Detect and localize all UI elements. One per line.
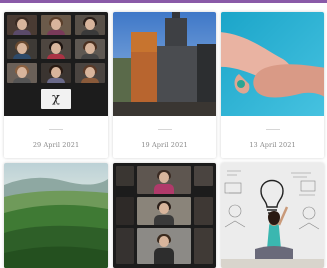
news-card-2[interactable]: 19 April 2021 xyxy=(113,12,216,158)
news-card-6[interactable] xyxy=(221,163,324,268)
card-image-landscape[interactable] xyxy=(4,163,108,268)
card-image-old-town[interactable] xyxy=(113,12,216,116)
card-date: 29 April 2021 xyxy=(32,141,80,149)
card-image-video-participants[interactable] xyxy=(113,163,216,268)
chi-logo-icon: χ xyxy=(52,91,60,106)
divider xyxy=(265,129,280,130)
card-meta: 19 April 2021 xyxy=(113,129,216,149)
card-meta: 29 April 2021 xyxy=(4,129,108,149)
news-card-3[interactable]: 13 April 2021 xyxy=(221,12,324,158)
card-meta: 13 April 2021 xyxy=(221,129,324,149)
news-card-4[interactable] xyxy=(4,163,108,268)
card-image-whiteboard[interactable] xyxy=(221,163,324,268)
card-image-handshake[interactable] xyxy=(221,12,324,116)
divider xyxy=(49,129,63,130)
news-card-1[interactable]: χ 29 April 2021 xyxy=(4,12,108,158)
news-card-5[interactable] xyxy=(113,163,216,268)
divider xyxy=(157,129,172,130)
accent-bar xyxy=(0,0,327,3)
card-image-video-call[interactable]: χ xyxy=(4,12,108,116)
logo-tile: χ xyxy=(41,89,71,109)
card-date: 13 April 2021 xyxy=(249,141,296,149)
card-date: 19 April 2021 xyxy=(141,141,188,149)
